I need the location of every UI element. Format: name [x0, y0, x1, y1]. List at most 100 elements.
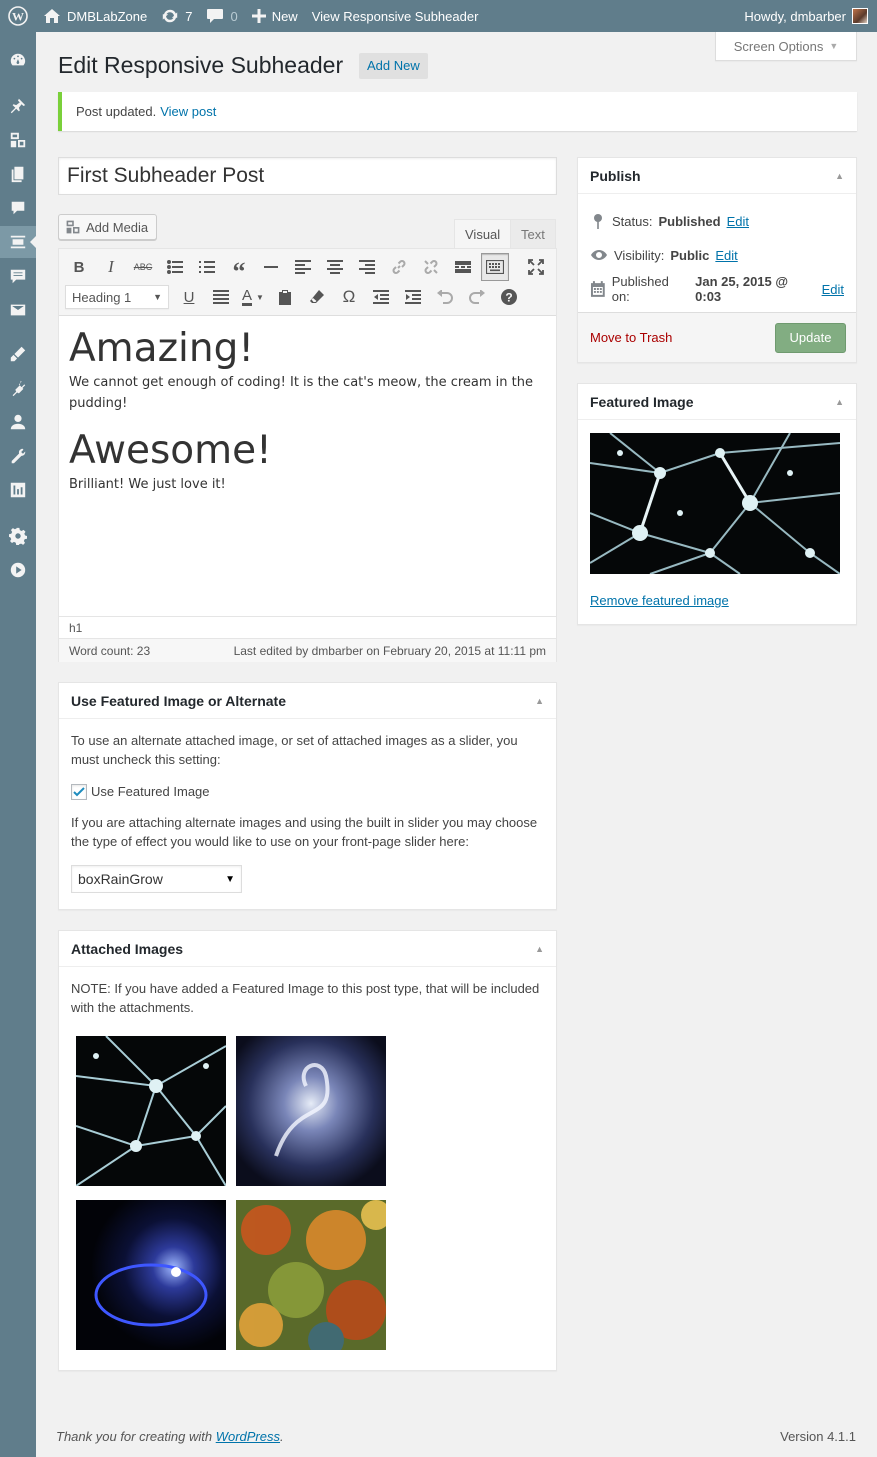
video-icon[interactable] — [0, 554, 36, 586]
caret-down-icon: ▼ — [829, 41, 839, 51]
wordpress-link[interactable]: WordPress — [216, 1429, 280, 1444]
edit-visibility-link[interactable]: Edit — [715, 248, 737, 263]
kitchen-sink-icon[interactable] — [481, 253, 509, 281]
help-icon[interactable]: ? — [493, 283, 525, 311]
collapse-arrow-icon[interactable]: ▲ — [535, 696, 544, 706]
slider-icon[interactable] — [0, 474, 36, 506]
my-account-link[interactable]: Howdy, dmbarber — [737, 0, 877, 32]
undo-icon[interactable] — [429, 283, 461, 311]
insert-link-icon[interactable] — [383, 253, 415, 281]
editor-path-bar: h1 — [59, 616, 556, 638]
pages-icon[interactable] — [0, 158, 36, 190]
featured-image[interactable] — [590, 433, 840, 574]
move-to-trash-link[interactable]: Move to Trash — [590, 330, 672, 345]
align-left-icon[interactable] — [287, 253, 319, 281]
site-name-link[interactable]: DMBLabZone — [36, 0, 154, 32]
use-featured-checkbox[interactable] — [71, 783, 87, 800]
text-color-icon[interactable]: A ▼ — [237, 283, 269, 311]
tools-icon[interactable] — [0, 440, 36, 472]
numbered-list-icon[interactable] — [191, 253, 223, 281]
justify-icon[interactable] — [205, 283, 237, 311]
align-right-icon[interactable] — [351, 253, 383, 281]
caret-down-icon: ▼ — [225, 873, 235, 885]
underline-icon[interactable]: U — [173, 283, 205, 311]
tab-visual[interactable]: Visual — [454, 219, 512, 248]
special-character-icon[interactable]: Ω — [333, 283, 365, 311]
blockquote-icon[interactable]: “ — [223, 253, 255, 285]
publish-title: Publish — [590, 167, 641, 184]
outdent-icon[interactable] — [365, 283, 397, 311]
featured-image-header[interactable]: Featured Image ▲ — [578, 384, 856, 420]
indent-icon[interactable] — [397, 283, 429, 311]
users-icon[interactable] — [0, 406, 36, 438]
horizontal-line-icon[interactable] — [255, 253, 287, 281]
updates-count: 7 — [185, 8, 193, 24]
view-label: View Responsive Subheader — [311, 8, 479, 24]
paste-text-icon[interactable] — [269, 283, 301, 311]
fullscreen-icon[interactable] — [520, 253, 552, 281]
pin-icon — [594, 214, 602, 229]
strikethrough-icon[interactable]: ABC — [127, 253, 159, 281]
posts-icon[interactable] — [0, 90, 36, 122]
publish-box-header[interactable]: Publish ▲ — [578, 158, 856, 194]
italic-icon[interactable]: I — [95, 253, 127, 281]
comments-icon[interactable] — [0, 192, 36, 224]
feedback-icon[interactable] — [0, 260, 36, 292]
bold-icon[interactable]: B — [63, 253, 95, 281]
update-button[interactable]: Update — [775, 322, 846, 353]
view-post-link[interactable]: View Responsive Subheader — [305, 0, 486, 32]
unlink-icon[interactable] — [415, 253, 447, 281]
wordpress-logo-icon[interactable]: W — [0, 0, 36, 32]
word-count: Word count: 23 — [69, 643, 151, 658]
edit-status-link[interactable]: Edit — [727, 214, 749, 229]
checkmark-icon — [73, 786, 85, 796]
collapse-arrow-icon[interactable]: ▲ — [835, 171, 844, 181]
new-content-link[interactable]: New — [245, 0, 305, 32]
view-post-link[interactable]: View post — [160, 104, 216, 119]
footer-thanks: Thank you for creating with WordPress. — [56, 1429, 284, 1444]
redo-icon[interactable] — [461, 283, 493, 311]
subheader-icon[interactable] — [0, 226, 36, 258]
align-center-icon[interactable] — [319, 253, 351, 281]
screen-options-button[interactable]: Screen Options ▼ — [715, 32, 857, 61]
attached-image-thumbnail[interactable] — [76, 1036, 226, 1186]
edit-date-link[interactable]: Edit — [822, 282, 844, 297]
add-new-button[interactable]: Add New — [359, 53, 428, 79]
tab-text[interactable]: Text — [510, 219, 556, 248]
clear-formatting-icon[interactable] — [301, 283, 333, 311]
post-title-input[interactable] — [58, 157, 557, 195]
editor-content[interactable]: Amazing! We cannot get enough of coding!… — [59, 316, 556, 616]
bulleted-list-icon[interactable] — [159, 253, 191, 281]
updates-link[interactable]: 7 — [154, 0, 199, 32]
comments-link[interactable]: 0 — [199, 0, 244, 32]
admin-bar: W DMBLabZone 7 0 New View Responsive Sub… — [0, 0, 877, 32]
attached-images-title: Attached Images — [71, 940, 184, 957]
attached-image-thumbnail[interactable] — [236, 1200, 386, 1350]
use-featured-header[interactable]: Use Featured Image or Alternate ▲ — [59, 683, 556, 719]
new-label: New — [271, 8, 298, 24]
collapse-arrow-icon[interactable]: ▲ — [835, 397, 844, 407]
attached-image-thumbnail[interactable] — [76, 1200, 226, 1350]
add-media-button[interactable]: Add Media — [58, 214, 158, 240]
plus-icon — [251, 9, 266, 23]
attached-image-thumbnail[interactable] — [236, 1036, 386, 1186]
slider-effect-select[interactable]: boxRainGrow ▼ — [71, 865, 242, 893]
media-icon[interactable] — [0, 124, 36, 156]
read-more-icon[interactable] — [447, 253, 479, 281]
collapse-arrow-icon[interactable]: ▲ — [535, 944, 544, 954]
use-featured-checkbox-row[interactable]: Use Featured Image — [71, 782, 544, 801]
mail-icon[interactable] — [0, 294, 36, 326]
add-media-label: Add Media — [86, 219, 149, 235]
element-path[interactable]: h1 — [69, 621, 82, 635]
format-select[interactable]: Heading 1 ▼ — [65, 285, 169, 309]
visibility-value: Public — [670, 247, 710, 263]
editor-toolbar: B I ABC “ Heading 1 ▼ U A ▼ Ω ? — [59, 249, 556, 316]
appearance-icon[interactable] — [0, 338, 36, 370]
remove-featured-image-link[interactable]: Remove featured image — [590, 593, 729, 608]
plugins-icon[interactable] — [0, 372, 36, 404]
published-value: Jan 25, 2015 @ 0:03 — [695, 274, 789, 304]
attached-images-header[interactable]: Attached Images ▲ — [59, 931, 556, 967]
featured-image-box: Featured Image ▲ Remove featured image — [577, 383, 857, 625]
dashboard-icon[interactable] — [0, 44, 36, 76]
settings-icon[interactable] — [0, 520, 36, 552]
